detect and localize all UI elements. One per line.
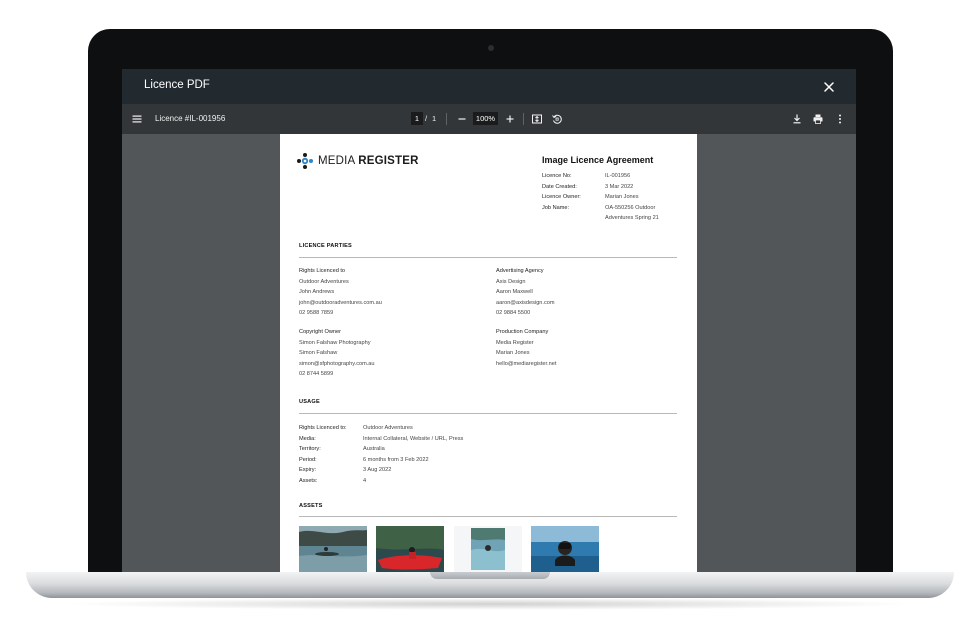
laptop-notch xyxy=(430,572,550,579)
webcam xyxy=(488,45,494,51)
asset-thumbnail xyxy=(531,526,599,572)
usage-row: Assets: 4 xyxy=(299,477,367,484)
pdf-toolbar: Licence #IL-001956 1 / 1 100% xyxy=(122,104,856,134)
download-button[interactable] xyxy=(790,112,804,126)
laptop-shadow xyxy=(60,598,920,610)
meta-row: Licence No: IL-001956 xyxy=(542,173,631,179)
zoom-level-input[interactable]: 100% xyxy=(473,112,498,125)
licence-meta: Licence No: IL-001956 Date Created: 3 Mar … xyxy=(542,173,675,226)
meta-row: Date Created: 3 Mar 2022 xyxy=(542,183,634,190)
usage-row: Rights Licenced to: Outdoor Adventures xyxy=(299,425,413,431)
pdf-page: MEDIA REGISTER Image Licence Agreement L… xyxy=(280,134,697,572)
section-divider xyxy=(299,257,677,258)
print-button[interactable] xyxy=(811,112,825,126)
close-button[interactable] xyxy=(822,80,836,94)
close-icon xyxy=(824,82,834,92)
screen: Licence PDF Licence #IL-001956 1 / 1 100… xyxy=(122,69,856,572)
section-title-assets: ASSETS xyxy=(299,503,323,509)
usage-table: Rights Licenced to: Outdoor Adventures Me… xyxy=(299,423,463,487)
page-separator: / xyxy=(425,114,428,123)
party-production-company: Production Company Media Register Marian… xyxy=(496,329,557,367)
red-kayak-photo-thumbnail xyxy=(376,526,444,572)
party-advertising-agency: Advertising Agency Axis Design Aaron Max… xyxy=(496,268,555,316)
page-total: 1 xyxy=(432,114,437,123)
party-rights-licenced: Rights Licenced to Outdoor Adventures Jo… xyxy=(299,268,382,316)
zoom-out-button[interactable] xyxy=(455,112,469,126)
fit-to-page-button[interactable] xyxy=(530,112,544,126)
logo-text: MEDIA REGISTER xyxy=(318,155,419,167)
toolbar-divider xyxy=(446,113,447,125)
asset-thumbnail xyxy=(376,526,444,572)
asset-thumbnail xyxy=(299,526,367,572)
meta-row: Licence Owner: Marian Jones xyxy=(542,194,639,201)
fit-page-icon xyxy=(532,114,542,124)
more-vertical-icon xyxy=(839,114,841,124)
menu-button[interactable] xyxy=(130,112,144,126)
meta-row: Adventures Spring 21 xyxy=(605,215,659,222)
rotate-button[interactable] xyxy=(550,112,564,126)
snorkeller-photo-thumbnail xyxy=(531,526,599,572)
toolbar-divider xyxy=(523,113,524,125)
menu-icon xyxy=(132,115,142,123)
page-number-input[interactable]: 1 xyxy=(411,112,423,125)
plus-icon xyxy=(506,115,514,123)
section-divider xyxy=(299,413,677,414)
meta-row: Job Name: OA-550256 Outdoor xyxy=(542,204,656,211)
modal-title: Licence PDF xyxy=(144,79,210,91)
media-register-logo: MEDIA REGISTER xyxy=(296,152,419,170)
modal-header: Licence PDF xyxy=(122,69,856,104)
usage-row: Expiry: 3 Aug 2022 xyxy=(299,467,392,474)
section-title-usage: USAGE xyxy=(299,399,320,405)
rotate-icon xyxy=(552,114,562,124)
document-title: Image Licence Agreement xyxy=(542,155,654,165)
logo-mark-icon xyxy=(297,153,313,169)
pdf-viewer[interactable]: MEDIA REGISTER Image Licence Agreement L… xyxy=(122,134,856,572)
print-icon xyxy=(813,114,823,124)
asset-thumbnail xyxy=(454,526,522,572)
document-name: Licence #IL-001956 xyxy=(155,114,226,123)
kayak-photo-thumbnail xyxy=(299,526,367,572)
section-title-parties: LICENCE PARTIES xyxy=(299,243,352,249)
zoom-in-button[interactable] xyxy=(503,112,517,126)
minus-icon xyxy=(458,118,466,120)
usage-row: Media: Internal Collateral, Website / URL… xyxy=(299,435,464,442)
more-options-button[interactable] xyxy=(833,112,847,126)
party-copyright-owner: Copyright Owner Simon Falshaw Photograph… xyxy=(299,329,375,377)
usage-row: Period: 6 months from 3 Feb 2022 xyxy=(299,456,429,463)
swimmer-photo-thumbnail xyxy=(454,526,522,572)
section-divider xyxy=(299,516,677,517)
download-icon xyxy=(793,114,801,124)
usage-row: Territory: Australia xyxy=(299,446,385,453)
